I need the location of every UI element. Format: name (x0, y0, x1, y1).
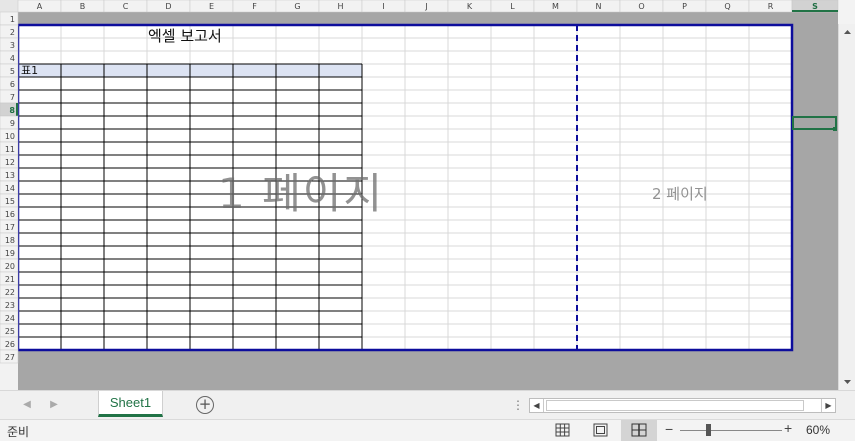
report-title: 엑셀 보고서 (148, 27, 222, 45)
page-layout-icon[interactable] (583, 420, 619, 441)
column-header-label: B (80, 2, 86, 11)
horizontal-scrollbar[interactable]: ◀ ▶ (529, 398, 836, 413)
column-header-label: Q (724, 2, 730, 11)
page-break-preview-icon[interactable] (621, 420, 657, 441)
zoom-out-button[interactable]: − (665, 421, 673, 437)
zoom-slider-thumb[interactable] (706, 424, 711, 436)
row-header-label: 10 (5, 132, 15, 141)
table-label: 표1 (21, 64, 39, 77)
worksheet-grid[interactable]: A B C D E F G H I J K L M N O P Q R S 1 2 3 4 5 6 7 8 9 10 11 12 13 14 15… (0, 0, 855, 390)
row-header-label: 6 (10, 80, 15, 89)
row-header-label: 25 (5, 327, 15, 336)
row-header-label: 22 (5, 288, 15, 297)
row-header-label: 8 (9, 106, 15, 115)
row-header-label: 12 (5, 158, 15, 167)
zoom-level[interactable]: 60% (806, 423, 830, 437)
row-header-label: 2 (10, 28, 15, 37)
row-header-label: 21 (5, 275, 15, 284)
row-header-label: 7 (10, 93, 15, 102)
row-header-label: 24 (5, 314, 15, 323)
column-header-label: A (37, 2, 43, 11)
column-header-label: C (123, 2, 129, 11)
row-header-label: 27 (5, 353, 15, 362)
row-header-label: 20 (5, 262, 15, 271)
column-header-label: O (638, 2, 644, 11)
row-header-label: 1 (10, 15, 15, 24)
row-header-label: 11 (5, 145, 15, 154)
fill-handle[interactable] (833, 127, 837, 131)
sheet-tab-bar: ◀ ▶ Sheet1 + ⋮ ◀ ▶ (0, 390, 855, 419)
row-header-label: 19 (5, 249, 15, 258)
column-header-label: L (510, 2, 515, 11)
scroll-right-icon[interactable]: ▶ (821, 399, 835, 412)
scroll-left-icon[interactable]: ◀ (530, 399, 544, 412)
scroll-down-icon[interactable] (841, 375, 854, 388)
normal-view-icon[interactable] (545, 420, 581, 441)
tab-split-handle[interactable]: ⋮ (512, 398, 524, 412)
row-header-label: 9 (10, 119, 15, 128)
column-header-label: J (424, 2, 427, 11)
column-header-label: K (467, 2, 473, 11)
row-header-label: 15 (5, 197, 15, 206)
column-header-label: E (209, 2, 214, 11)
column-header-label: N (596, 2, 602, 11)
zoom-slider-track[interactable] (680, 430, 782, 431)
zoom-in-button[interactable]: + (784, 420, 792, 436)
column-header-label: S (812, 2, 818, 11)
page-2-watermark: 2 페이지 (652, 185, 708, 203)
page-1-watermark: 1 페이지 (218, 169, 384, 218)
status-bar: 준비 − + 60% (0, 419, 855, 441)
row-header-label: 3 (10, 41, 15, 50)
scroll-up-icon[interactable] (841, 26, 854, 39)
select-all-corner[interactable] (0, 0, 18, 12)
ready-status: 준비 (7, 425, 30, 439)
row-header-label: 18 (5, 236, 15, 245)
column-header-label: R (768, 2, 774, 11)
column-header-label: F (252, 2, 257, 11)
row-header-label: 14 (5, 184, 15, 193)
column-header-label: P (682, 2, 687, 11)
column-header-label: G (294, 2, 300, 11)
row-header-label: 5 (10, 67, 15, 76)
column-header-label: M (552, 2, 559, 11)
vertical-scrollbar[interactable] (838, 24, 855, 390)
row-header-label: 23 (5, 301, 15, 310)
row-header-label: 13 (5, 171, 15, 180)
row-header-label: 26 (5, 340, 15, 349)
cell-grid[interactable]: A B C D E F G H I J K L M N O P Q R S123456789101112131415… (0, 0, 855, 390)
column-header-label: I (382, 2, 384, 11)
triangle-left-icon[interactable]: ◀ (21, 399, 33, 411)
column-header-label: D (165, 2, 171, 11)
sheet-tab-sheet1[interactable]: Sheet1 (98, 391, 163, 417)
plus-circle-icon[interactable]: + (196, 396, 214, 414)
row-header-label: 17 (5, 223, 15, 232)
column-header-label: H (337, 2, 343, 11)
row-header-label: 16 (5, 210, 15, 219)
row-header-label: 4 (10, 54, 15, 63)
scroll-thumb[interactable] (546, 400, 804, 411)
triangle-right-icon[interactable]: ▶ (48, 399, 60, 411)
